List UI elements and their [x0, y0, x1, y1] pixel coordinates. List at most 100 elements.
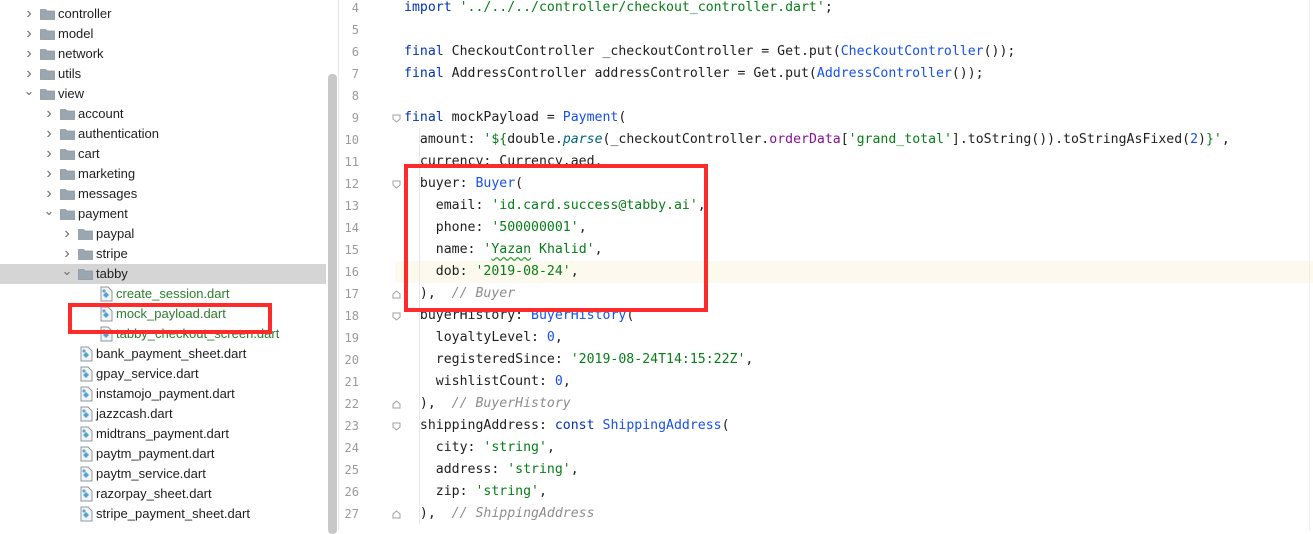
folder-icon [78, 268, 93, 280]
code-line[interactable]: city: 'string', [404, 437, 555, 459]
chevron-icon[interactable]: › [61, 244, 73, 264]
line-number: 19 [344, 331, 359, 345]
code-token: double. [507, 132, 563, 147]
tree-folder-view[interactable]: ⌄ view [0, 84, 326, 104]
dart-file-icon [80, 346, 93, 362]
code-token: ( [618, 110, 627, 125]
tree-folder-tabby[interactable]: ⌄ tabby [0, 264, 326, 284]
code-line[interactable]: ), // BuyerHistory [404, 393, 571, 415]
fold-marker-icon[interactable] [392, 290, 401, 299]
fold-marker-icon[interactable] [392, 114, 401, 123]
code-line[interactable]: final CheckoutController _checkoutContro… [404, 41, 1015, 63]
tree-folder-account[interactable]: › account [0, 104, 326, 124]
tree-item-label: payment [78, 206, 128, 221]
tree-scrollbar[interactable] [328, 74, 337, 534]
tree-folder-authentication[interactable]: › authentication [0, 124, 326, 144]
tree-folder-stripe[interactable]: › stripe [0, 244, 326, 264]
code-token: 0 [554, 374, 563, 389]
tree-file[interactable]: instamojo_payment.dart [0, 384, 326, 404]
code-token: orderData [769, 132, 841, 147]
tree-folder-messages[interactable]: › messages [0, 184, 326, 204]
code-token: , [570, 462, 579, 477]
code-line[interactable]: ), // ShippingAddress [404, 503, 595, 525]
chevron-icon[interactable]: ⌄ [23, 84, 35, 104]
code-token: , [745, 352, 754, 367]
dart-file-icon [80, 366, 93, 382]
tree-file[interactable]: gpay_service.dart [0, 364, 326, 384]
tree-folder-controller[interactable]: › controller [0, 4, 326, 24]
folder-icon [40, 48, 55, 60]
code-token: ; [824, 0, 841, 15]
dart-file-icon [80, 426, 93, 442]
code-line[interactable]: loyaltyLevel: 0, [404, 327, 563, 349]
folder-icon [60, 188, 75, 200]
tree-file[interactable]: razorpay_sheet.dart [0, 484, 326, 504]
tree-file[interactable]: midtrans_payment.dart [0, 424, 326, 444]
line-number: 7 [351, 67, 359, 81]
tree-file[interactable]: bank_payment_sheet.dart [0, 344, 326, 364]
code-line[interactable]: registeredSince: '2019-08-24T14:15:22Z', [404, 349, 754, 371]
code-line[interactable]: shippingAddress: const ShippingAddress( [404, 415, 730, 437]
code-token: const [554, 418, 603, 433]
tree-folder-payment[interactable]: ⌄ payment [0, 204, 326, 224]
tree-folder-marketing[interactable]: › marketing [0, 164, 326, 184]
line-number: 23 [344, 419, 359, 433]
code-line[interactable]: wishlistCount: 0, [404, 371, 571, 393]
fold-marker-icon[interactable] [392, 510, 401, 519]
code-token: loyaltyLevel: [404, 330, 547, 345]
code-line[interactable]: final mockPayload = Payment( [404, 107, 626, 129]
tree-folder-paypal[interactable]: › paypal [0, 224, 326, 244]
line-number: 5 [351, 23, 359, 37]
tree-file[interactable]: paytm_service.dart [0, 464, 326, 484]
fold-marker-icon[interactable] [392, 312, 401, 321]
chevron-icon[interactable]: › [23, 44, 35, 64]
folder-icon [60, 208, 75, 220]
chevron-icon[interactable]: ⌄ [61, 264, 73, 284]
folder-icon [60, 128, 75, 140]
tree-file[interactable]: jazzcash.dart [0, 404, 326, 424]
code-line[interactable]: import '../../../controller/checkout_con… [404, 0, 841, 19]
chevron-icon[interactable]: › [23, 64, 35, 84]
tree-item-label: razorpay_sheet.dart [96, 486, 212, 501]
line-number: 8 [351, 89, 359, 103]
tree-folder-cart[interactable]: › cart [0, 144, 326, 164]
code-token: registeredSince: [404, 352, 571, 367]
tree-file[interactable]: paytm_payment.dart [0, 444, 326, 464]
tree-folder-network[interactable]: › network [0, 44, 326, 64]
tree-item-label: network [58, 46, 104, 61]
fold-marker-icon[interactable] [392, 180, 401, 189]
tree-file[interactable]: create_session.dart [0, 284, 326, 304]
chevron-icon[interactable]: ⌄ [43, 204, 55, 224]
line-number: 9 [351, 111, 359, 125]
fold-marker-icon[interactable] [392, 400, 401, 409]
chevron-icon[interactable]: › [43, 184, 55, 204]
chevron-icon[interactable]: › [43, 144, 55, 164]
code-token: 'string' [475, 484, 539, 499]
line-number: 14 [344, 221, 359, 235]
chevron-icon[interactable]: › [23, 24, 35, 44]
tree-folder-model[interactable]: › model [0, 24, 326, 44]
code-token: ()); [983, 44, 1016, 59]
folder-icon [40, 88, 55, 100]
chevron-icon[interactable]: › [61, 224, 73, 244]
chevron-icon[interactable]: › [43, 104, 55, 124]
tree-folder-utils[interactable]: › utils [0, 64, 326, 84]
code-line[interactable]: amount: '${double.parse(_checkoutControl… [404, 129, 1230, 151]
chevron-icon[interactable]: › [43, 164, 55, 184]
code-line[interactable]: final AddressController addressControlle… [404, 63, 984, 85]
code-token: , [1221, 132, 1230, 147]
tree-item-label: paytm_payment.dart [96, 446, 215, 461]
folder-icon [40, 8, 55, 20]
tree-item-label: view [58, 86, 85, 101]
code-line[interactable]: zip: 'string', [404, 481, 547, 503]
code-token: '2019-08-24T14:15:22Z' [570, 352, 746, 367]
chevron-icon[interactable]: › [23, 4, 35, 24]
chevron-icon[interactable]: › [43, 124, 55, 144]
code-line[interactable]: address: 'string', [404, 459, 579, 481]
tree-file[interactable]: stripe_payment_sheet.dart [0, 504, 326, 524]
fold-marker-icon[interactable] [392, 422, 401, 431]
tree-item-label: stripe [96, 246, 128, 261]
dart-file-icon [80, 406, 93, 422]
line-number: 25 [344, 463, 359, 477]
code-token: , [539, 484, 547, 499]
